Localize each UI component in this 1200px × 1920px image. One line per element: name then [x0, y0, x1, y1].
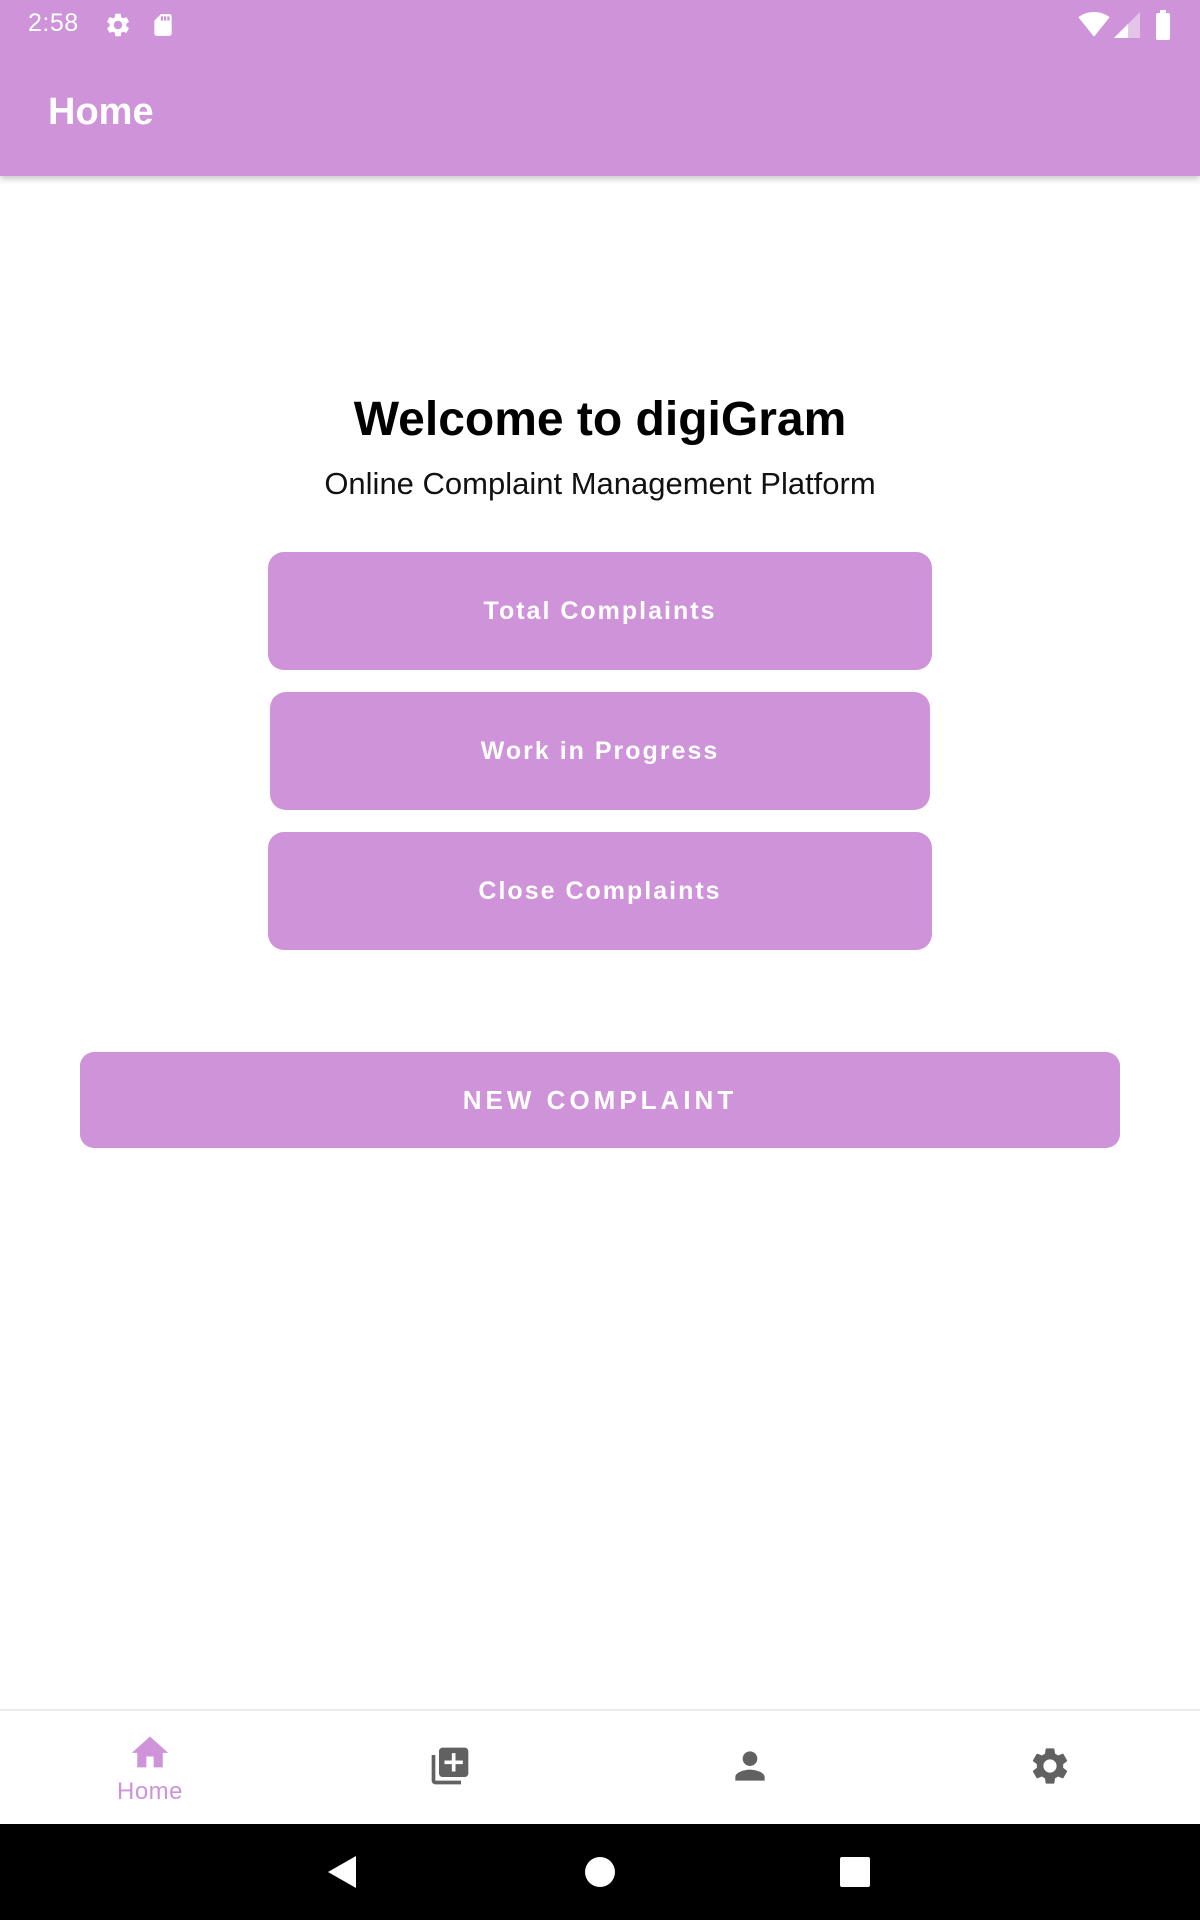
battery-icon	[1155, 10, 1171, 45]
person-icon	[728, 1744, 772, 1793]
back-icon[interactable]	[326, 1854, 358, 1895]
sd-card-icon	[150, 11, 176, 44]
work-in-progress-button[interactable]: Work in Progress	[270, 692, 930, 810]
wifi-icon	[1078, 12, 1110, 43]
nav-item-settings[interactable]	[900, 1711, 1200, 1826]
new-complaint-label: NEW COMPLAINT	[462, 1084, 738, 1115]
page-title: Home	[48, 91, 154, 133]
app-bar: 2:58 Home	[0, 0, 1200, 176]
signal-icon	[1114, 12, 1140, 43]
nav-label-home: Home	[116, 1778, 184, 1805]
platform-subtitle: Online Complaint Management Platform	[324, 466, 876, 501]
new-complaint-button[interactable]: NEW COMPLAINT	[80, 1052, 1120, 1148]
welcome-heading: Welcome to digiGram	[353, 393, 847, 446]
add-library-icon	[428, 1744, 472, 1793]
bottom-navigation: Home	[0, 1709, 1200, 1826]
nav-item-add-complaint[interactable]	[300, 1711, 600, 1826]
status-time: 2:58	[28, 9, 79, 37]
close-complaints-button[interactable]: Close Complaints	[268, 832, 932, 950]
home-circle-icon[interactable]	[584, 1856, 616, 1893]
work-in-progress-label: Work in Progress	[480, 736, 720, 765]
total-complaints-label: Total Complaints	[483, 596, 717, 625]
status-bar: 2:58	[0, 0, 1200, 50]
settings-icon	[1028, 1744, 1072, 1793]
system-navigation-bar	[0, 1824, 1200, 1920]
home-icon	[128, 1731, 172, 1776]
close-complaints-label: Close Complaints	[478, 876, 722, 905]
recents-icon[interactable]	[840, 1857, 870, 1892]
total-complaints-button[interactable]: Total Complaints	[268, 552, 932, 670]
gear-icon	[104, 11, 132, 44]
nav-item-home[interactable]: Home	[0, 1711, 300, 1826]
nav-item-profile[interactable]	[600, 1711, 900, 1826]
